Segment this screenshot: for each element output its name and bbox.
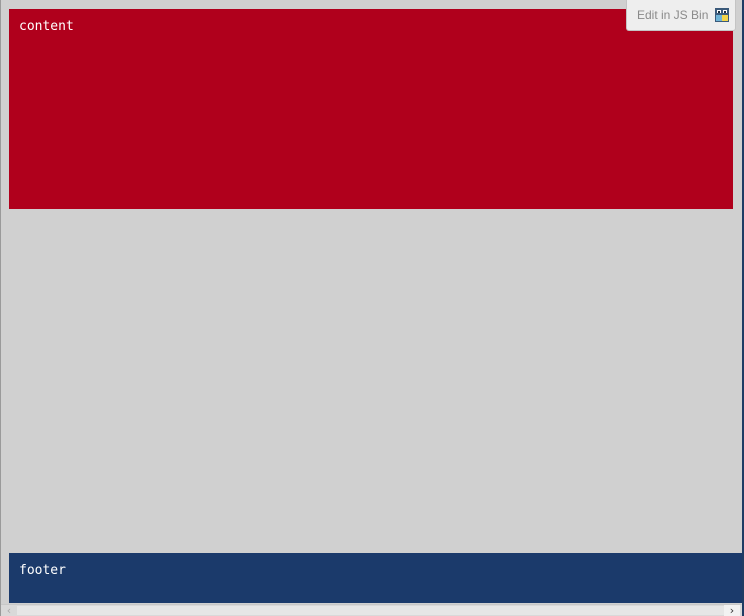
footer-block: footer xyxy=(9,553,742,603)
footer-label: footer xyxy=(19,563,66,578)
edit-in-jsbin-button[interactable]: Edit in JS Bin xyxy=(626,0,736,31)
edit-in-jsbin-label: Edit in JS Bin xyxy=(637,8,709,22)
page-frame: content footer Edit in JS Bin ‹ › xyxy=(0,0,744,616)
scrollbar-track[interactable] xyxy=(17,606,724,615)
scroll-right-icon[interactable]: › xyxy=(724,605,740,616)
jsbin-logo-icon xyxy=(715,8,729,22)
horizontal-scrollbar[interactable]: ‹ › xyxy=(1,604,742,616)
content-block: content xyxy=(9,9,733,209)
content-label: content xyxy=(19,19,74,34)
scroll-left-icon[interactable]: ‹ xyxy=(1,605,17,616)
frame-left-border xyxy=(0,0,1,616)
